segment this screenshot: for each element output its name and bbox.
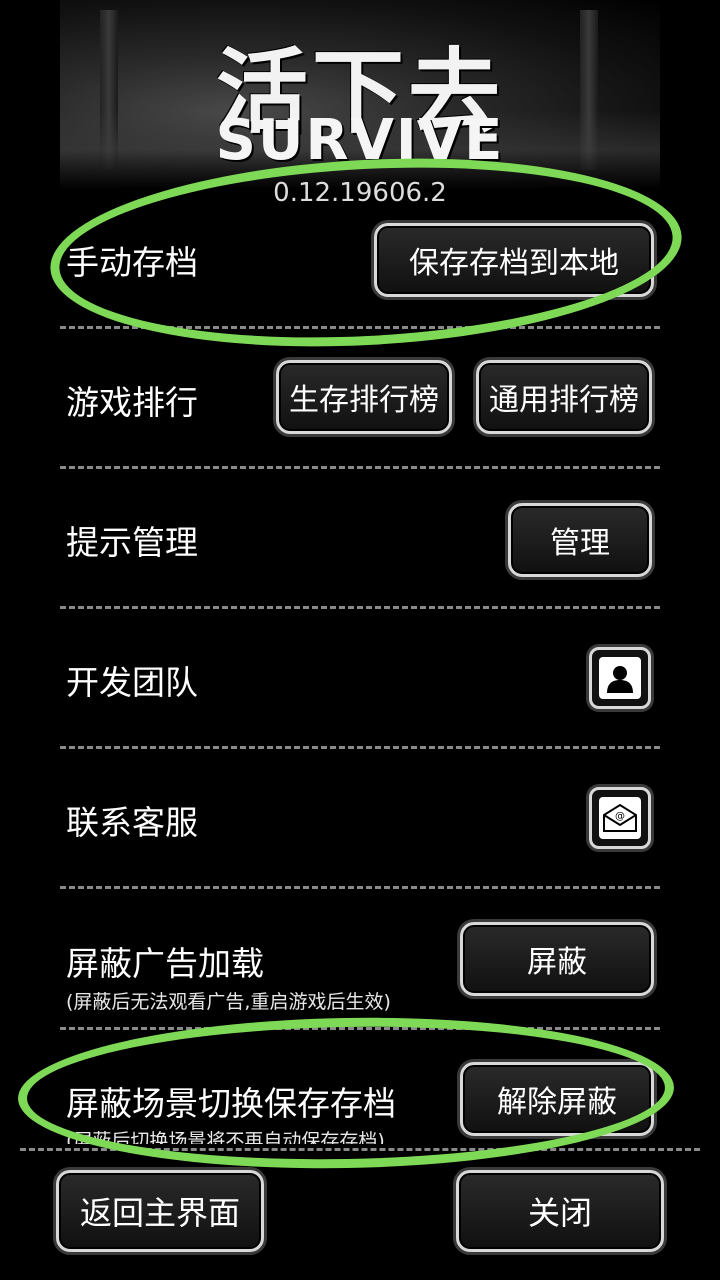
survival-leaderboard-button[interactable]: 生存排行榜 — [276, 360, 452, 434]
divider — [60, 1027, 660, 1030]
person-icon — [599, 657, 641, 699]
unblock-button[interactable]: 解除屏蔽 — [460, 1062, 654, 1136]
tips-management-label: 提示管理 — [66, 523, 198, 562]
header-banner: 活下去 SURVIVE — [60, 0, 660, 190]
divider — [60, 466, 660, 469]
email-icon: @ — [599, 797, 641, 839]
dev-team-button[interactable] — [589, 647, 651, 709]
manage-button[interactable]: 管理 — [508, 503, 652, 577]
block-ads-label: 屏蔽广告加载 — [66, 944, 264, 983]
manual-save-label: 手动存档 — [66, 243, 198, 282]
divider — [60, 606, 660, 609]
block-scene-save-note: (屏蔽后切换场景将不再自动保存存档) — [66, 1130, 385, 1144]
back-to-main-button[interactable]: 返回主界面 — [56, 1170, 264, 1252]
divider — [60, 326, 660, 329]
close-button[interactable]: 关闭 — [456, 1170, 664, 1252]
contact-support-label: 联系客服 — [66, 803, 198, 842]
block-ads-button[interactable]: 屏蔽 — [460, 922, 654, 996]
svg-text:@: @ — [615, 811, 625, 822]
dev-team-label: 开发团队 — [66, 663, 198, 702]
contact-support-button[interactable]: @ — [589, 787, 651, 849]
version-text: 0.12.19606.2 — [273, 178, 447, 208]
divider — [60, 746, 660, 749]
save-to-local-button[interactable]: 保存存档到本地 — [374, 223, 654, 297]
divider — [60, 886, 660, 889]
block-ads-note: (屏蔽后无法观看广告,重启游戏后生效) — [66, 991, 391, 1013]
general-leaderboard-button[interactable]: 通用排行榜 — [476, 360, 652, 434]
logo-title-en: SURVIVE — [215, 108, 505, 173]
leaderboard-label: 游戏排行 — [66, 383, 198, 422]
settings-screen: 活下去 SURVIVE 0.12.19606.2 手动存档 保存存档到本地 游戏… — [0, 0, 720, 1280]
divider — [20, 1148, 700, 1151]
block-scene-save-label: 屏蔽场景切换保存存档 — [66, 1084, 396, 1123]
